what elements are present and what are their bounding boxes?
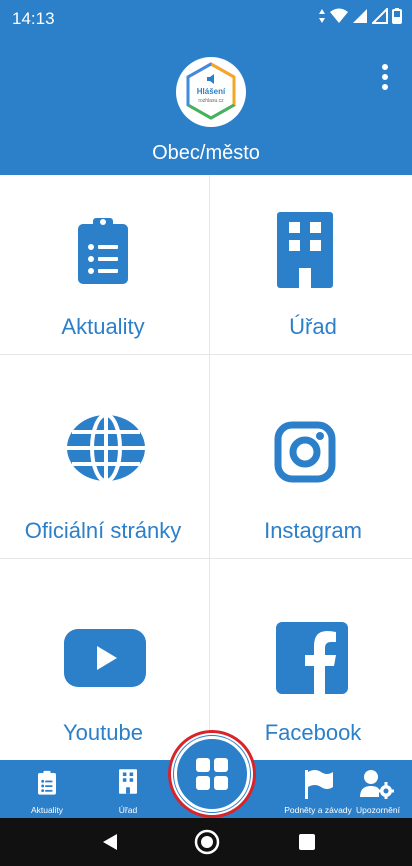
facebook-icon bbox=[276, 622, 348, 694]
globe-icon bbox=[67, 415, 145, 481]
tile-aktuality[interactable]: Aktuality bbox=[0, 175, 206, 354]
tile-youtube[interactable]: Youtube bbox=[0, 559, 206, 760]
tile-urad[interactable]: Úřad bbox=[210, 175, 412, 354]
clipboard-list-icon bbox=[38, 770, 56, 795]
tile-label: Úřad bbox=[289, 314, 337, 339]
signal-r-icon bbox=[372, 8, 388, 24]
building-icon bbox=[119, 769, 137, 794]
svg-text:rozhlasu.cz: rozhlasu.cz bbox=[198, 98, 224, 104]
tile-label: Oficiální stránky bbox=[24, 518, 182, 543]
status-bar: 14:13 bbox=[0, 0, 412, 34]
tile-instagram[interactable]: Instagram bbox=[210, 355, 412, 558]
svg-text:Hlášení: Hlášení bbox=[197, 87, 226, 96]
user-gear-icon bbox=[360, 770, 394, 799]
nav-label: Upozornění bbox=[356, 805, 400, 815]
system-navigation-bar bbox=[0, 818, 412, 866]
tile-label: Instagram bbox=[264, 518, 362, 543]
nav-item-podnety[interactable]: Podněty a závady bbox=[278, 760, 358, 818]
app-logo: Hlášení rozhlasu.cz bbox=[176, 57, 246, 127]
wifi-icon bbox=[330, 8, 348, 23]
youtube-icon bbox=[64, 629, 146, 687]
status-time: 14:13 bbox=[12, 9, 55, 28]
municipality-title: Obec/město bbox=[152, 142, 260, 164]
home-icon[interactable] bbox=[194, 829, 220, 860]
clipboard-list-icon bbox=[78, 218, 128, 284]
status-icons bbox=[318, 8, 402, 24]
nav-item-aktuality[interactable]: Aktuality bbox=[18, 760, 76, 818]
nav-item-urad[interactable]: Úřad bbox=[100, 760, 156, 818]
tile-label: Aktuality bbox=[61, 314, 145, 339]
instagram-icon bbox=[274, 421, 336, 483]
signal-icon bbox=[353, 9, 367, 23]
data-arrows-icon bbox=[319, 9, 325, 23]
tile-label: Youtube bbox=[63, 720, 143, 745]
tile-oficialni-stranky[interactable]: Oficiální stránky bbox=[0, 355, 206, 558]
nav-item-upozorneni[interactable]: Upozornění bbox=[350, 760, 406, 818]
tile-facebook[interactable]: Facebook bbox=[210, 559, 412, 760]
grid-icon bbox=[196, 758, 228, 790]
back-icon[interactable] bbox=[103, 834, 117, 855]
logo-graphic: Hlášení rozhlasu.cz bbox=[186, 62, 236, 120]
building-icon bbox=[277, 212, 333, 288]
nav-label: Podněty a závady bbox=[284, 805, 352, 815]
overflow-menu-icon[interactable] bbox=[378, 64, 392, 92]
dashboard-button[interactable] bbox=[174, 736, 250, 812]
nav-label: Úřad bbox=[118, 805, 138, 815]
nav-label: Aktuality bbox=[30, 805, 64, 815]
recents-icon[interactable] bbox=[299, 834, 315, 855]
battery-icon bbox=[392, 8, 402, 24]
app-header: 14:13 Hlášení rozhlasu.cz Obec/město bbox=[0, 0, 412, 175]
flag-icon bbox=[305, 770, 333, 799]
